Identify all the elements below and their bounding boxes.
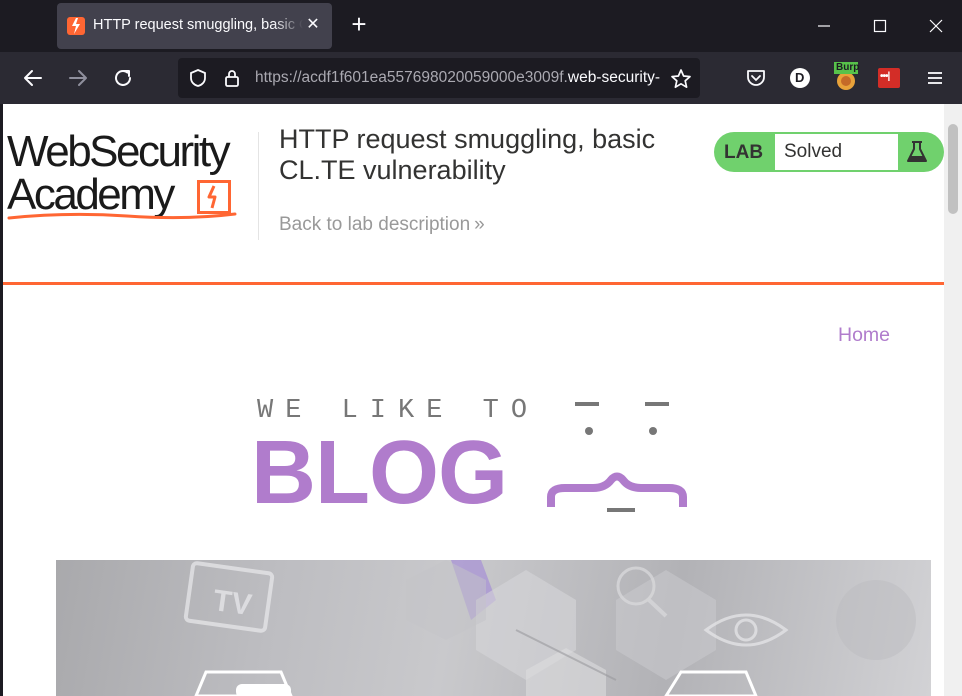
double-chevron-right-icon: » xyxy=(474,214,485,235)
lastpass-badge: •••| xyxy=(880,71,890,82)
forward-button[interactable] xyxy=(66,66,90,90)
navigation-toolbar: https://acdf1f601ea557698020059000e3009f… xyxy=(0,52,962,104)
scrollbar-thumb[interactable] xyxy=(948,124,958,214)
header-orange-rule xyxy=(3,282,944,285)
menu-icon[interactable] xyxy=(923,66,947,90)
page-viewport: WebSecurity Academy HTTP request smuggli… xyxy=(3,104,944,696)
url-scheme-path: https://acdf1f601ea557698020059000e3009f… xyxy=(255,69,568,86)
hero-image: TV xyxy=(56,560,931,696)
arrow-right-icon xyxy=(69,70,87,86)
back-to-lab-description-link[interactable]: Back to lab description» xyxy=(279,214,485,236)
lock-icon[interactable] xyxy=(222,68,242,93)
url-bar[interactable]: https://acdf1f601ea557698020059000e3009f… xyxy=(178,58,700,98)
svg-text:TV: TV xyxy=(211,584,254,622)
logo-line1: WebSecurity xyxy=(7,127,231,176)
lab-status-widget: LAB Solved xyxy=(714,132,944,172)
pocket-icon[interactable] xyxy=(744,66,768,90)
minimize-icon xyxy=(818,25,830,27)
close-icon xyxy=(929,19,943,33)
tracking-protection-icon[interactable] xyxy=(188,68,208,93)
url-text[interactable]: https://acdf1f601ea557698020059000e3009f… xyxy=(255,69,660,87)
lastpass-icon[interactable]: •••| xyxy=(878,68,900,88)
back-button[interactable] xyxy=(21,66,45,90)
banner-tagline: WE LIKE TO xyxy=(257,396,540,426)
logo-bolt-icon xyxy=(197,180,231,214)
maximize-icon xyxy=(873,19,887,33)
home-link[interactable]: Home xyxy=(838,324,890,347)
lab-label: LAB xyxy=(724,142,764,163)
tech-collage-icon: TV xyxy=(183,560,916,696)
dark-reader-letter: D xyxy=(795,70,805,85)
dark-reader-icon[interactable]: D xyxy=(788,66,812,90)
lab-status-value: Solved xyxy=(784,141,843,162)
lab-status-box: Solved xyxy=(775,134,898,170)
banner-title: BLOG xyxy=(251,423,508,523)
reload-icon xyxy=(115,69,131,86)
minimize-button[interactable] xyxy=(810,12,838,40)
bookmark-star-icon[interactable] xyxy=(670,68,692,95)
lab-title: HTTP request smuggling, basic CL.TE vuln… xyxy=(279,124,656,185)
blog-banner: WE LIKE TO BLOG xyxy=(251,394,701,524)
new-tab-button[interactable]: + xyxy=(346,11,372,38)
burp-badge: Burp xyxy=(836,62,860,73)
active-tab[interactable]: HTTP request smuggling, basic CL.TE vuln… xyxy=(57,3,332,49)
reload-button[interactable] xyxy=(111,66,135,90)
tab-close-icon[interactable]: ✕ xyxy=(304,16,322,34)
blog-face-icon xyxy=(547,402,687,512)
arrow-left-icon xyxy=(24,70,42,86)
close-window-button[interactable] xyxy=(922,12,950,40)
page-scrollbar[interactable] xyxy=(944,104,962,696)
url-host: web-security-academy.net xyxy=(567,69,660,86)
tab-title: HTTP request smuggling, basic CL.TE vuln… xyxy=(93,17,303,33)
tab-strip: HTTP request smuggling, basic CL.TE vuln… xyxy=(0,0,962,52)
web-security-academy-logo[interactable]: WebSecurity Academy xyxy=(7,128,257,223)
portswigger-favicon-icon xyxy=(67,17,85,35)
back-link-label: Back to lab description xyxy=(279,214,471,235)
header-divider xyxy=(258,132,259,240)
burp-icon[interactable]: Burp xyxy=(833,62,859,92)
maximize-button[interactable] xyxy=(866,12,894,40)
flask-icon xyxy=(904,139,930,170)
